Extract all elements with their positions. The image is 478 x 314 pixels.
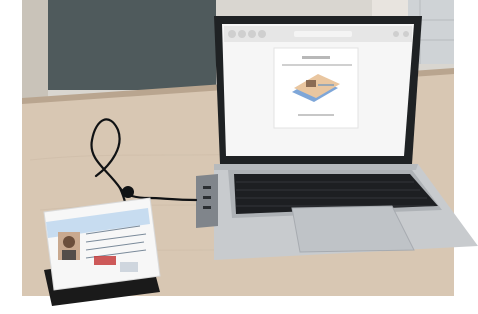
browser-button-icon: [228, 30, 236, 38]
dialog-footer-line: [298, 114, 334, 116]
browser-button-icon: [238, 30, 246, 38]
photo-scene: [0, 0, 478, 314]
id-card: [43, 197, 161, 291]
wall-panel: [48, 0, 216, 90]
menu-icon: [393, 31, 399, 37]
trackpad: [291, 205, 415, 253]
cable-knot: [122, 186, 134, 198]
card-red-mark: [94, 256, 116, 265]
dialog-title-line: [302, 56, 330, 59]
browser-button-icon: [258, 30, 266, 38]
usb-hub: [196, 174, 218, 228]
dialog-text-line: [282, 64, 352, 66]
address-bar: [294, 31, 352, 37]
menu-icon: [403, 31, 409, 37]
card-chip: [120, 262, 138, 272]
browser-button-icon: [248, 30, 256, 38]
